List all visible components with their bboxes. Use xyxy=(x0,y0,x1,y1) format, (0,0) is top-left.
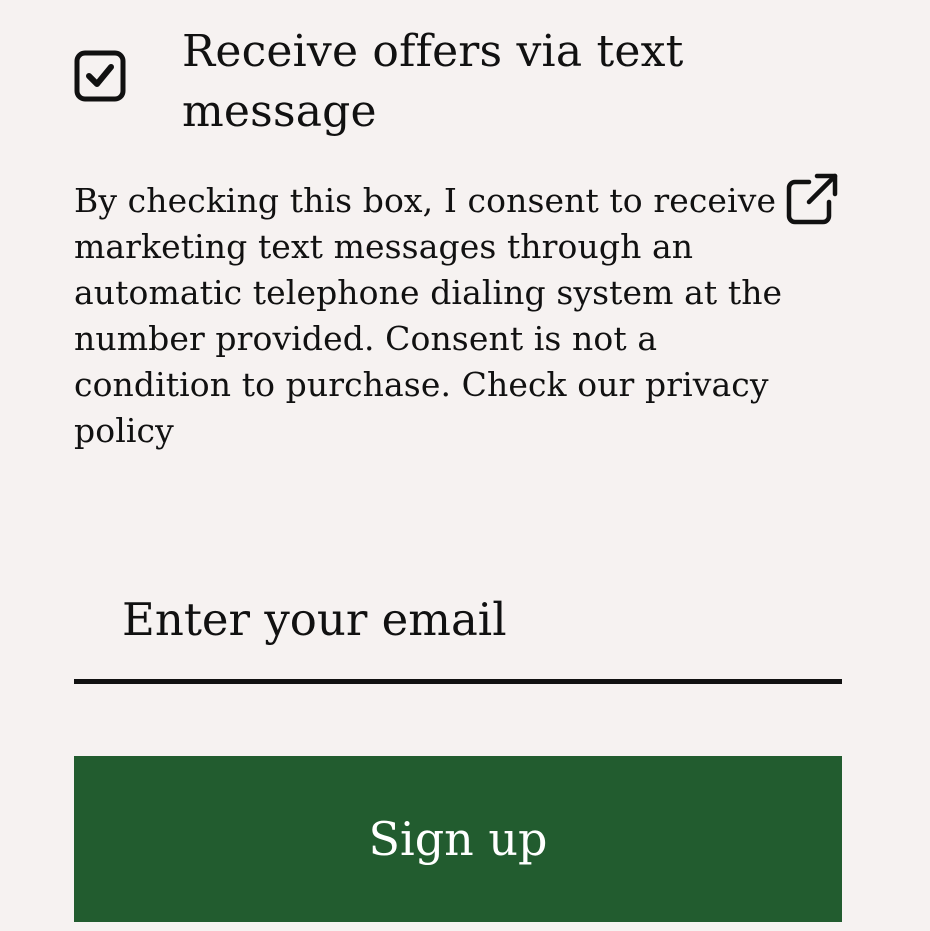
external-link-icon xyxy=(786,173,838,225)
sign-up-button[interactable]: Sign up xyxy=(74,756,842,922)
privacy-policy-link[interactable] xyxy=(785,172,839,226)
sms-optin-row: Receive offers via text message xyxy=(74,22,774,142)
sms-optin-checkbox[interactable] xyxy=(74,50,126,102)
consent-text: By checking this box, I consent to recei… xyxy=(74,181,783,450)
email-input[interactable] xyxy=(74,560,842,684)
check-icon xyxy=(74,50,126,102)
signup-form: Receive offers via text message By check… xyxy=(0,0,930,931)
sms-optin-label[interactable]: Receive offers via text message xyxy=(182,22,774,142)
